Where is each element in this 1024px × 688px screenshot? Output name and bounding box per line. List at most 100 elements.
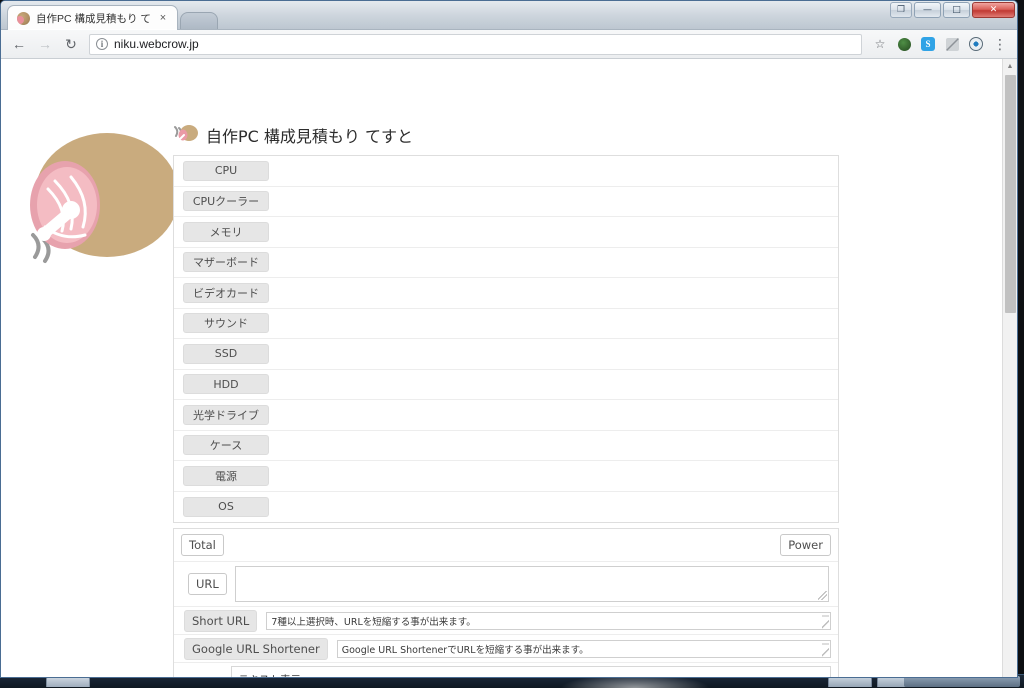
reload-button[interactable]: ↻ bbox=[59, 32, 83, 56]
close-button[interactable]: ✕ bbox=[972, 2, 1015, 18]
extension-skype-icon: S bbox=[921, 37, 935, 51]
part-label-cell: OS bbox=[174, 496, 269, 517]
table-row: サウンド bbox=[174, 309, 838, 339]
forward-arrow-icon: → bbox=[38, 36, 52, 52]
part-value-cell bbox=[269, 309, 838, 339]
extension-eye-button[interactable] bbox=[965, 33, 987, 55]
short-url-value: 7種以上選択時、URLを短縮する事が出来ます。 bbox=[271, 616, 476, 628]
forward-button[interactable]: → bbox=[33, 32, 57, 56]
part-value-cell bbox=[269, 400, 838, 430]
part-value-cell bbox=[269, 156, 838, 186]
vertical-scrollbar[interactable]: ▲ bbox=[1002, 59, 1017, 677]
power-button[interactable]: Power bbox=[780, 534, 831, 556]
google-shortener-input[interactable]: Google URL ShortenerでURLを短縮する事が出来ます。 bbox=[336, 639, 831, 658]
table-row: HDD bbox=[174, 370, 838, 400]
tab-title: 自作PC 構成見積もり て bbox=[36, 12, 151, 25]
total-row: Total Power bbox=[174, 529, 838, 562]
site-header: 自作PC 構成見積もり てすと bbox=[173, 121, 413, 149]
site-logo-icon bbox=[173, 122, 199, 148]
browser-window: 自作PC 構成見積もり て × ❐ — □ ✕ ← → ↻ i niku.web… bbox=[0, 0, 1018, 678]
extension-green-icon bbox=[897, 37, 911, 51]
part-label-cell: 電源 bbox=[174, 465, 269, 486]
short-url-button[interactable]: Short URL bbox=[184, 609, 258, 632]
extension-eye-icon bbox=[969, 37, 983, 51]
table-row: マザーボード bbox=[174, 248, 838, 278]
part-label-cell: ケース bbox=[174, 435, 269, 456]
table-row: メモリ bbox=[174, 217, 838, 248]
part-value-cell bbox=[269, 278, 838, 308]
scrollbar-thumb[interactable] bbox=[1005, 75, 1016, 313]
text-row: Text テキスト表示 bbox=[174, 663, 838, 677]
address-bar[interactable]: i niku.webcrow.jp bbox=[89, 33, 862, 55]
part-button-os[interactable]: OS bbox=[183, 496, 269, 517]
page-title: 自作PC 構成見積もり てすと bbox=[206, 127, 413, 146]
page-content: 自作PC 構成見積もり てすと CPU CPUクーラー メモリ マザーボード ビ… bbox=[1, 59, 1002, 677]
back-button[interactable]: ← bbox=[7, 32, 31, 56]
site-info-icon[interactable]: i bbox=[96, 38, 108, 50]
part-value-cell bbox=[269, 370, 838, 400]
scroll-up-button[interactable]: ▲ bbox=[1003, 59, 1017, 74]
ham-illustration bbox=[15, 115, 187, 287]
total-button[interactable]: Total bbox=[181, 534, 224, 556]
extension-gray-icon bbox=[945, 37, 959, 51]
resize-grip-icon[interactable] bbox=[822, 641, 829, 658]
browser-tab[interactable]: 自作PC 構成見積もり て × bbox=[7, 5, 178, 30]
part-button-optical-drive[interactable]: 光学ドライブ bbox=[183, 404, 269, 425]
part-button-cpu-cooler[interactable]: CPUクーラー bbox=[183, 191, 269, 212]
part-value-cell bbox=[269, 187, 838, 217]
part-label-cell: ビデオカード bbox=[174, 282, 269, 303]
parts-table: CPU CPUクーラー メモリ マザーボード ビデオカード サウンド SSD H… bbox=[173, 155, 839, 523]
page-viewport: 自作PC 構成見積もり てすと CPU CPUクーラー メモリ マザーボード ビ… bbox=[1, 59, 1017, 677]
part-button-memory[interactable]: メモリ bbox=[183, 221, 269, 242]
part-value-cell bbox=[269, 339, 838, 369]
short-url-row: Short URL 7種以上選択時、URLを短縮する事が出来ます。 bbox=[174, 607, 838, 635]
minimize-button[interactable]: — bbox=[914, 2, 941, 18]
part-button-cpu[interactable]: CPU bbox=[183, 160, 269, 181]
google-shortener-row: Google URL Shortener Google URL Shortene… bbox=[174, 635, 838, 663]
restore-down-button[interactable]: ❐ bbox=[890, 2, 912, 18]
address-bar-url: niku.webcrow.jp bbox=[114, 37, 199, 51]
table-row: CPU bbox=[174, 156, 838, 187]
star-icon: ☆ bbox=[874, 37, 886, 51]
part-button-ssd[interactable]: SSD bbox=[183, 343, 269, 364]
browser-titlebar[interactable]: 自作PC 構成見積もり て × ❐ — □ ✕ bbox=[1, 1, 1017, 30]
part-button-case[interactable]: ケース bbox=[183, 435, 269, 456]
part-label-cell: CPU bbox=[174, 160, 269, 181]
summary-table: Total Power URL Short URL 7種以上選択時、URLを短縮… bbox=[173, 528, 839, 677]
google-shortener-button[interactable]: Google URL Shortener bbox=[184, 637, 328, 660]
part-button-sound[interactable]: サウンド bbox=[183, 313, 269, 334]
ham-favicon-icon bbox=[17, 11, 30, 25]
part-button-power-supply[interactable]: 電源 bbox=[183, 465, 269, 486]
table-row: 電源 bbox=[174, 461, 838, 492]
part-label-cell: マザーボード bbox=[174, 252, 269, 273]
part-button-hdd[interactable]: HDD bbox=[183, 374, 269, 395]
part-value-cell bbox=[269, 217, 838, 247]
part-label-cell: HDD bbox=[174, 374, 269, 395]
part-value-cell bbox=[269, 431, 838, 461]
part-label-cell: メモリ bbox=[174, 221, 269, 242]
extension-gray-button[interactable] bbox=[941, 33, 963, 55]
short-url-input[interactable]: 7種以上選択時、URLを短縮する事が出来ます。 bbox=[266, 611, 831, 630]
part-button-video-card[interactable]: ビデオカード bbox=[183, 282, 269, 303]
tab-close-icon[interactable]: × bbox=[157, 12, 169, 24]
part-label-cell: サウンド bbox=[174, 313, 269, 334]
desktop: 自作PC 構成見積もり て × ❐ — □ ✕ ← → ↻ i niku.web… bbox=[0, 0, 1024, 688]
maximize-button[interactable]: □ bbox=[943, 2, 970, 18]
resize-grip-icon[interactable] bbox=[822, 613, 829, 630]
reload-icon: ↻ bbox=[65, 35, 77, 52]
browser-menu-button[interactable]: ⋮ bbox=[989, 33, 1011, 55]
resize-grip-icon[interactable] bbox=[818, 591, 827, 600]
text-display-area[interactable]: テキスト表示 bbox=[231, 666, 831, 677]
extension-skype-button[interactable]: S bbox=[917, 33, 939, 55]
extension-green-button[interactable] bbox=[893, 33, 915, 55]
restore-down-icon: ❐ bbox=[896, 4, 906, 15]
url-row: URL bbox=[174, 562, 838, 607]
url-textarea[interactable] bbox=[234, 566, 829, 602]
part-label-cell: SSD bbox=[174, 343, 269, 364]
bookmark-star-button[interactable]: ☆ bbox=[869, 33, 891, 55]
part-button-motherboard[interactable]: マザーボード bbox=[183, 252, 269, 273]
url-button[interactable]: URL bbox=[188, 573, 227, 595]
table-row: 光学ドライブ bbox=[174, 400, 838, 431]
new-tab-button[interactable] bbox=[179, 12, 218, 29]
part-label-cell: CPUクーラー bbox=[174, 191, 269, 212]
